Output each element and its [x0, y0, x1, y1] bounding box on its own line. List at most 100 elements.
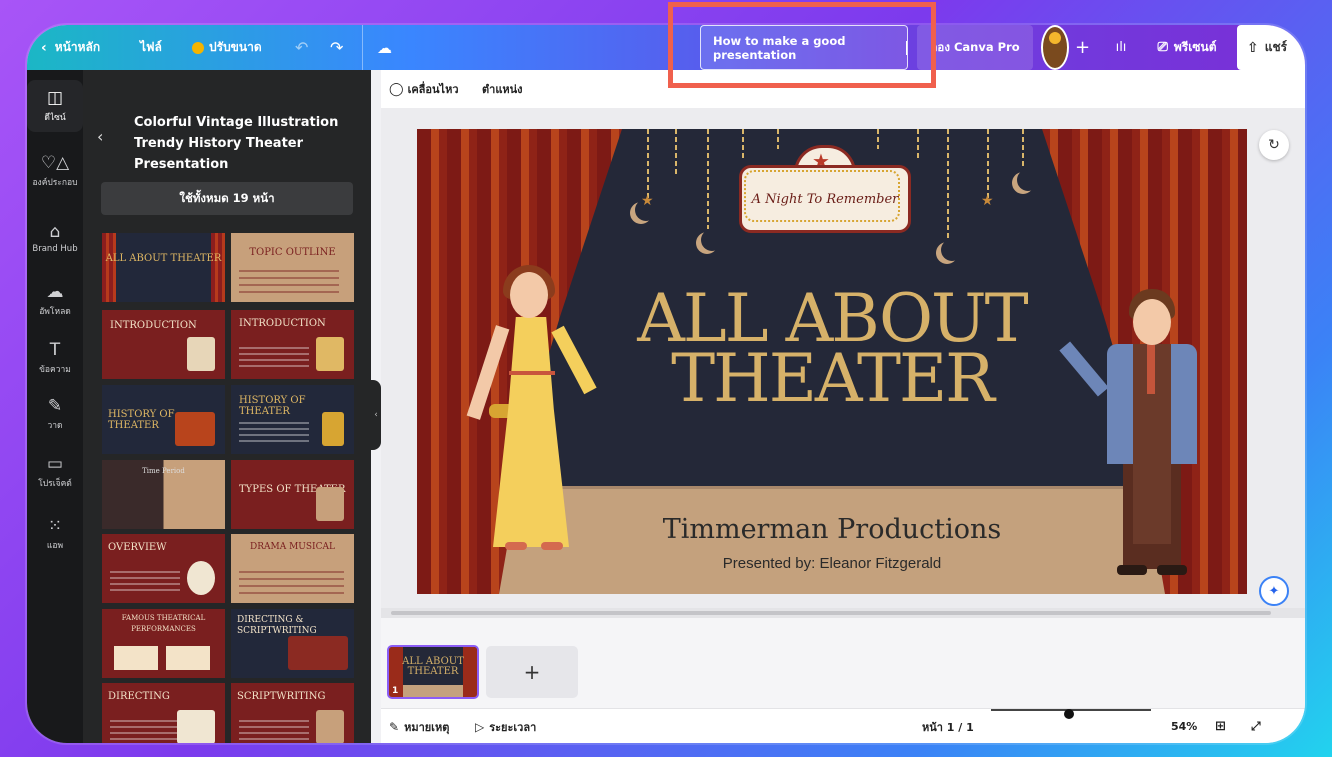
template-thumbnail[interactable]: TOPIC OUTLINE	[231, 233, 354, 302]
thumbnail-title: TOPIC OUTLINE	[249, 247, 336, 258]
rail-label: อัพโหลด	[39, 306, 71, 317]
rail-label: โปรเจ็คต์	[38, 478, 72, 489]
thumbnail-illustration	[177, 710, 215, 743]
slide-title[interactable]: ALL ABOUT THEATER	[597, 286, 1067, 412]
hanging-string	[877, 129, 879, 149]
upload-cloud-icon: ☁	[46, 281, 64, 302]
magic-sparkle-icon[interactable]: ✦	[1259, 576, 1289, 606]
document-title-input[interactable]: How to make a good presentation	[700, 25, 908, 70]
curtain-decoration	[102, 233, 116, 302]
rail-item-upload[interactable]: ☁ อัพโหลด	[27, 274, 83, 326]
template-thumbnail[interactable]: TYPES OF THEATER	[231, 460, 354, 529]
grid-view-icon[interactable]: ⊞	[1215, 709, 1226, 743]
cloud-saved-icon[interactable]: ☁	[377, 25, 392, 70]
hanging-string	[777, 129, 779, 149]
try-canva-pro-button[interactable]: ลอง Canva Pro	[917, 25, 1033, 70]
avatar[interactable]	[1041, 25, 1069, 70]
rail-item-projects[interactable]: ▭ โปรเจ็คต์	[27, 446, 83, 498]
thumbnail-illustration	[175, 412, 215, 446]
rail-item-text[interactable]: T ข้อความ	[27, 332, 83, 384]
hanging-string	[675, 129, 677, 174]
template-thumbnail[interactable]: Time Period	[102, 460, 225, 529]
man-shoe	[1117, 565, 1147, 575]
footer-bar: ✎ หมายเหตุ ▷ ระยะเวลา หน้า 1 / 1 54% ⊞ ⤢	[381, 708, 1305, 743]
fullscreen-icon[interactable]: ⤢	[1251, 709, 1261, 743]
template-thumbnail[interactable]: DIRECTING & SCRIPTWRITING	[231, 609, 354, 678]
star-ornament: ★	[981, 193, 994, 209]
thumbnail-title: DIRECTING	[108, 691, 170, 702]
moon-ornament	[941, 239, 963, 261]
notes-label: หมายเหตุ	[404, 720, 450, 734]
thumbnail-text-lines	[239, 270, 339, 294]
timer-button[interactable]: ▷ ระยะเวลา	[475, 709, 536, 743]
rail-item-design[interactable]: ◫ ดีไซน์	[27, 80, 83, 132]
template-thumbnail[interactable]: INTRODUCTION	[102, 310, 225, 379]
hanging-string	[647, 129, 649, 199]
thumbnail-illustration	[288, 636, 348, 670]
resize-button[interactable]: ปรับขนาด	[192, 25, 262, 70]
position-button[interactable]: ตำแหน่ง	[482, 70, 523, 108]
file-menu-button[interactable]: ไฟล์	[140, 25, 162, 70]
template-thumbnail[interactable]: HISTORY OF THEATER	[231, 385, 354, 454]
template-thumbnail[interactable]: HISTORY OF THEATER	[102, 385, 225, 454]
draw-icon: ✎	[47, 395, 63, 416]
template-thumbnail[interactable]: FAMOUS THEATRICAL PERFORMANCES	[102, 609, 225, 678]
moon-ornament	[701, 229, 723, 251]
thumbnail-title: INTRODUCTION	[239, 318, 326, 329]
share-upload-icon: ⇧	[1247, 39, 1259, 56]
refresh-icon[interactable]: ↻	[1259, 130, 1289, 160]
add-page-button[interactable]: +	[486, 646, 578, 698]
template-thumbnail[interactable]: SCRIPTWRITING	[231, 683, 354, 743]
slide-company[interactable]: Timmerman Productions	[597, 514, 1067, 545]
rail-item-elements[interactable]: ♡△ องค์ประกอบ	[27, 145, 83, 197]
thumbnail-text-lines	[239, 571, 344, 595]
text-icon: T	[49, 339, 61, 360]
rail-item-brand-hub[interactable]: ⌂ Brand Hub	[27, 212, 83, 264]
slide[interactable]: ★ ★ ★ A Night To Remember ALL ABOUT THEA…	[417, 129, 1247, 594]
apply-all-pages-button[interactable]: ใช้ทั้งหมด 19 หน้า	[101, 182, 353, 215]
zoom-slider-handle[interactable]	[1064, 709, 1075, 719]
insights-chart-icon[interactable]: ılı	[1109, 25, 1133, 70]
page-indicator[interactable]: หน้า 1 / 1	[922, 709, 974, 743]
resize-label: ปรับขนาด	[209, 40, 262, 54]
template-thumbnail[interactable]: OVERVIEW	[102, 534, 225, 603]
add-collaborator-icon[interactable]: +	[1075, 25, 1090, 70]
template-thumbnail[interactable]: ALL ABOUT THEATER	[102, 233, 225, 302]
curtain-decoration	[211, 233, 225, 302]
panel-collapse-handle[interactable]: ‹	[371, 380, 381, 450]
scrollbar-thumb[interactable]	[391, 611, 1271, 615]
thumbnail-text-lines	[110, 571, 180, 595]
folder-icon: ▭	[46, 453, 64, 474]
share-button[interactable]: ⇧ แชร์	[1237, 25, 1305, 70]
undo-icon[interactable]: ↶	[295, 25, 308, 70]
present-button[interactable]: ⎚ พรีเซนต์	[1142, 25, 1232, 70]
horizontal-scrollbar[interactable]	[381, 608, 1305, 618]
notes-button[interactable]: ✎ หมายเหตุ	[389, 709, 449, 743]
thumbnail-illustration	[316, 337, 344, 371]
top-bar: ‹ หน้าหลัก ไฟล์ ปรับขนาด ↶ ↷ ☁ How to ma…	[27, 25, 1305, 70]
woman-belt	[509, 371, 555, 375]
template-thumbnail[interactable]: DRAMA MUSICAL	[231, 534, 354, 603]
template-thumbnail[interactable]: DIRECTING	[102, 683, 225, 743]
rail-item-apps[interactable]: ⁙ แอพ	[27, 508, 83, 560]
zoom-level[interactable]: 54%	[1171, 709, 1197, 743]
notes-icon: ✎	[389, 719, 400, 734]
man-head	[1133, 299, 1171, 345]
animate-button[interactable]: ◯ เคลื่อนไหว	[389, 70, 459, 108]
present-label: พรีเซนต์	[1173, 40, 1217, 54]
slide-presenter[interactable]: Presented by: Eleanor Fitzgerald	[597, 555, 1067, 572]
template-thumbnail[interactable]: INTRODUCTION	[231, 310, 354, 379]
redo-icon[interactable]: ↷	[330, 25, 343, 70]
moon-ornament	[1017, 169, 1039, 191]
page-thumbnail[interactable]: ALL ABOUT THEATER 1	[387, 645, 479, 699]
rail-item-draw[interactable]: ✎ วาด	[27, 388, 83, 440]
hanging-string	[742, 129, 744, 159]
home-button[interactable]: ‹ หน้าหลัก	[41, 25, 100, 70]
hanging-string	[707, 129, 709, 229]
hanging-string	[947, 129, 949, 239]
rail-label: แอพ	[46, 540, 64, 551]
thumbnail-text-lines	[110, 720, 180, 743]
hanging-string	[1022, 129, 1024, 169]
brand-icon: ⌂	[49, 221, 61, 242]
back-chevron-icon[interactable]: ‹	[97, 127, 103, 146]
